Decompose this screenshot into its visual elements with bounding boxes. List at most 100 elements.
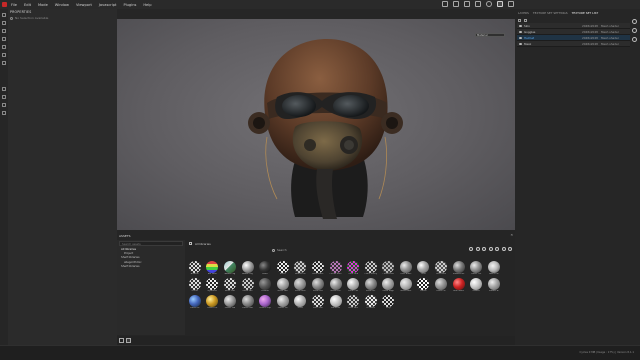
tab-texture-set-settings[interactable]: TEXTURE SET SETTINGS xyxy=(533,11,568,15)
asset-item[interactable]: Soft Cloth xyxy=(310,295,326,310)
asset-item[interactable]: Dust Multi xyxy=(433,261,449,276)
asset-item[interactable]: Glitter xyxy=(187,278,203,293)
asset-item[interactable]: Black xyxy=(257,261,273,276)
visibility-icon[interactable] xyxy=(519,36,522,39)
tab-texture-set-list[interactable]: TEXTURE SET LIST xyxy=(572,11,599,15)
filter-icon[interactable] xyxy=(524,18,527,22)
display-mode-select[interactable]: Material xyxy=(475,33,505,37)
menu-javascript[interactable]: Javascript xyxy=(99,3,117,7)
asset-item[interactable]: Brick Black xyxy=(310,261,326,276)
asset-item[interactable]: Fabric Kni xyxy=(486,261,502,276)
viewport-3d[interactable]: Material xyxy=(117,19,515,230)
eraser-tool-icon[interactable] xyxy=(2,21,6,25)
animation-icon[interactable] xyxy=(2,103,6,107)
asset-item[interactable]: Brush xyxy=(275,261,291,276)
menu-help[interactable]: Help xyxy=(143,3,151,7)
asset-item[interactable]: Metal Scr xyxy=(363,278,379,293)
import-icon[interactable] xyxy=(119,338,124,343)
display-settings-icon[interactable] xyxy=(632,28,637,33)
layout-icon[interactable] xyxy=(508,1,514,7)
asset-item[interactable]: Fabric Cre xyxy=(469,261,485,276)
asset-item[interactable]: Leather xyxy=(257,278,273,293)
asset-item[interactable]: Tr Plastic xyxy=(363,295,379,310)
filter-textures-icon[interactable] xyxy=(482,247,486,251)
asset-item[interactable]: Red Plastic xyxy=(451,278,467,293)
asset-item[interactable]: Dust Brass xyxy=(398,261,414,276)
asset-item[interactable]: Adobe Log xyxy=(222,261,238,276)
asset-item[interactable]: Plastic Fab xyxy=(240,295,256,310)
asset-item[interactable]: Emboss Me xyxy=(451,261,467,276)
asset-item[interactable]: Plastic Grip xyxy=(257,295,273,310)
asset-item[interactable]: Chain Heavy xyxy=(363,261,379,276)
camera-icon[interactable] xyxy=(453,1,459,7)
save-preset-icon[interactable] xyxy=(126,338,131,343)
filter-brushes-icon[interactable] xyxy=(488,247,493,251)
picker-tool-icon[interactable] xyxy=(2,61,6,65)
asset-item[interactable]: Metal Sca xyxy=(310,278,326,293)
asset-item[interactable]: Adobe Log xyxy=(240,261,256,276)
asset-item[interactable]: Hydraulic xyxy=(205,278,221,293)
settings-icon[interactable] xyxy=(518,18,521,22)
asset-item[interactable]: Metal Fiber xyxy=(398,278,414,293)
tab-layers[interactable]: LAYERS xyxy=(518,11,529,15)
asset-item[interactable]: Cotton Blen xyxy=(328,261,344,276)
asset-item[interactable]: Color Grid xyxy=(345,261,361,276)
screenshot-icon[interactable] xyxy=(464,1,470,7)
asset-item[interactable]: Silver xyxy=(293,295,309,310)
filter-materials-icon[interactable] xyxy=(469,247,473,251)
close-icon[interactable]: ✕ xyxy=(510,233,513,237)
asset-item[interactable]: Rubber xyxy=(469,278,485,293)
menu-window[interactable]: Window xyxy=(55,3,69,7)
asset-item[interactable]: Mesh Leat xyxy=(222,278,238,293)
visibility-icon[interactable] xyxy=(519,42,522,45)
video-icon[interactable] xyxy=(475,1,481,7)
asset-item[interactable]: Metal Rust xyxy=(293,278,309,293)
asset-item[interactable]: Steel Pain xyxy=(345,295,361,310)
menu-plugins[interactable]: Plugins xyxy=(123,3,136,7)
filter-smart-materials-icon[interactable] xyxy=(475,247,480,251)
visibility-icon[interactable] xyxy=(519,24,522,27)
asset-item[interactable]: Plastic Dia xyxy=(222,295,238,310)
polygon-fill-tool-icon[interactable] xyxy=(2,37,6,41)
asset-item[interactable]: Plastic Sc xyxy=(433,278,449,293)
asset-item[interactable]: Dust xyxy=(416,261,432,276)
asset-item[interactable]: Rubber Bl xyxy=(486,278,502,293)
asset-item[interactable]: Metal Cas xyxy=(345,278,361,293)
texture-set-shader[interactable]: Mesh shader xyxy=(601,24,619,28)
history-icon[interactable] xyxy=(2,111,6,115)
menu-file[interactable]: File xyxy=(11,3,17,7)
filter-alphas-icon[interactable] xyxy=(495,247,499,251)
asset-item[interactable]: Metal Edge xyxy=(381,278,397,293)
asset-item[interactable]: Alu Pana xyxy=(205,261,221,276)
asset-item[interactable]: Plastic Gri xyxy=(275,295,291,310)
menu-viewport[interactable]: Viewport xyxy=(76,3,92,7)
clone-tool-icon[interactable] xyxy=(2,53,6,57)
paint-tool-icon[interactable] xyxy=(2,13,6,17)
texture-set-settings-icon[interactable] xyxy=(632,19,637,24)
filter-generators-icon[interactable] xyxy=(501,247,506,251)
asset-item[interactable]: Coated Met xyxy=(381,261,397,276)
texture-set-shader[interactable]: Mesh shader xyxy=(601,30,619,34)
asset-item[interactable]: Stainless xyxy=(328,295,344,310)
tree-item-shelf-2[interactable]: Shelf libraries xyxy=(117,264,185,268)
asset-item[interactable]: Plastic Dir xyxy=(205,295,221,310)
shader-settings-icon[interactable] xyxy=(632,37,637,42)
asset-item[interactable]: Plastic Bl xyxy=(187,295,203,310)
projection-tool-icon[interactable] xyxy=(2,29,6,33)
measure-icon[interactable] xyxy=(2,87,6,91)
display-settings-icon[interactable] xyxy=(442,1,448,7)
smudge-tool-icon[interactable] xyxy=(2,45,6,49)
asset-item[interactable]: Bronze Pol xyxy=(293,261,309,276)
asset-item[interactable]: Metal Dus xyxy=(328,278,344,293)
asset-item[interactable]: Plastic xyxy=(416,278,432,293)
paint-mode-icon[interactable] xyxy=(497,1,503,7)
texture-set-shader[interactable]: Mesh shader xyxy=(601,42,619,46)
visibility-icon[interactable] xyxy=(519,30,522,33)
texture-set-shader[interactable]: Mesh shader xyxy=(601,36,619,40)
asset-item[interactable]: Metal Pain xyxy=(275,278,291,293)
menu-edit[interactable]: Edit xyxy=(24,3,31,7)
assets-search-input[interactable]: Search assets xyxy=(119,241,183,246)
assets-search-bar[interactable]: Search xyxy=(187,247,515,253)
asset-item[interactable]: Metal Pan xyxy=(240,278,256,293)
asset-item[interactable]: Alkaline xyxy=(187,261,203,276)
